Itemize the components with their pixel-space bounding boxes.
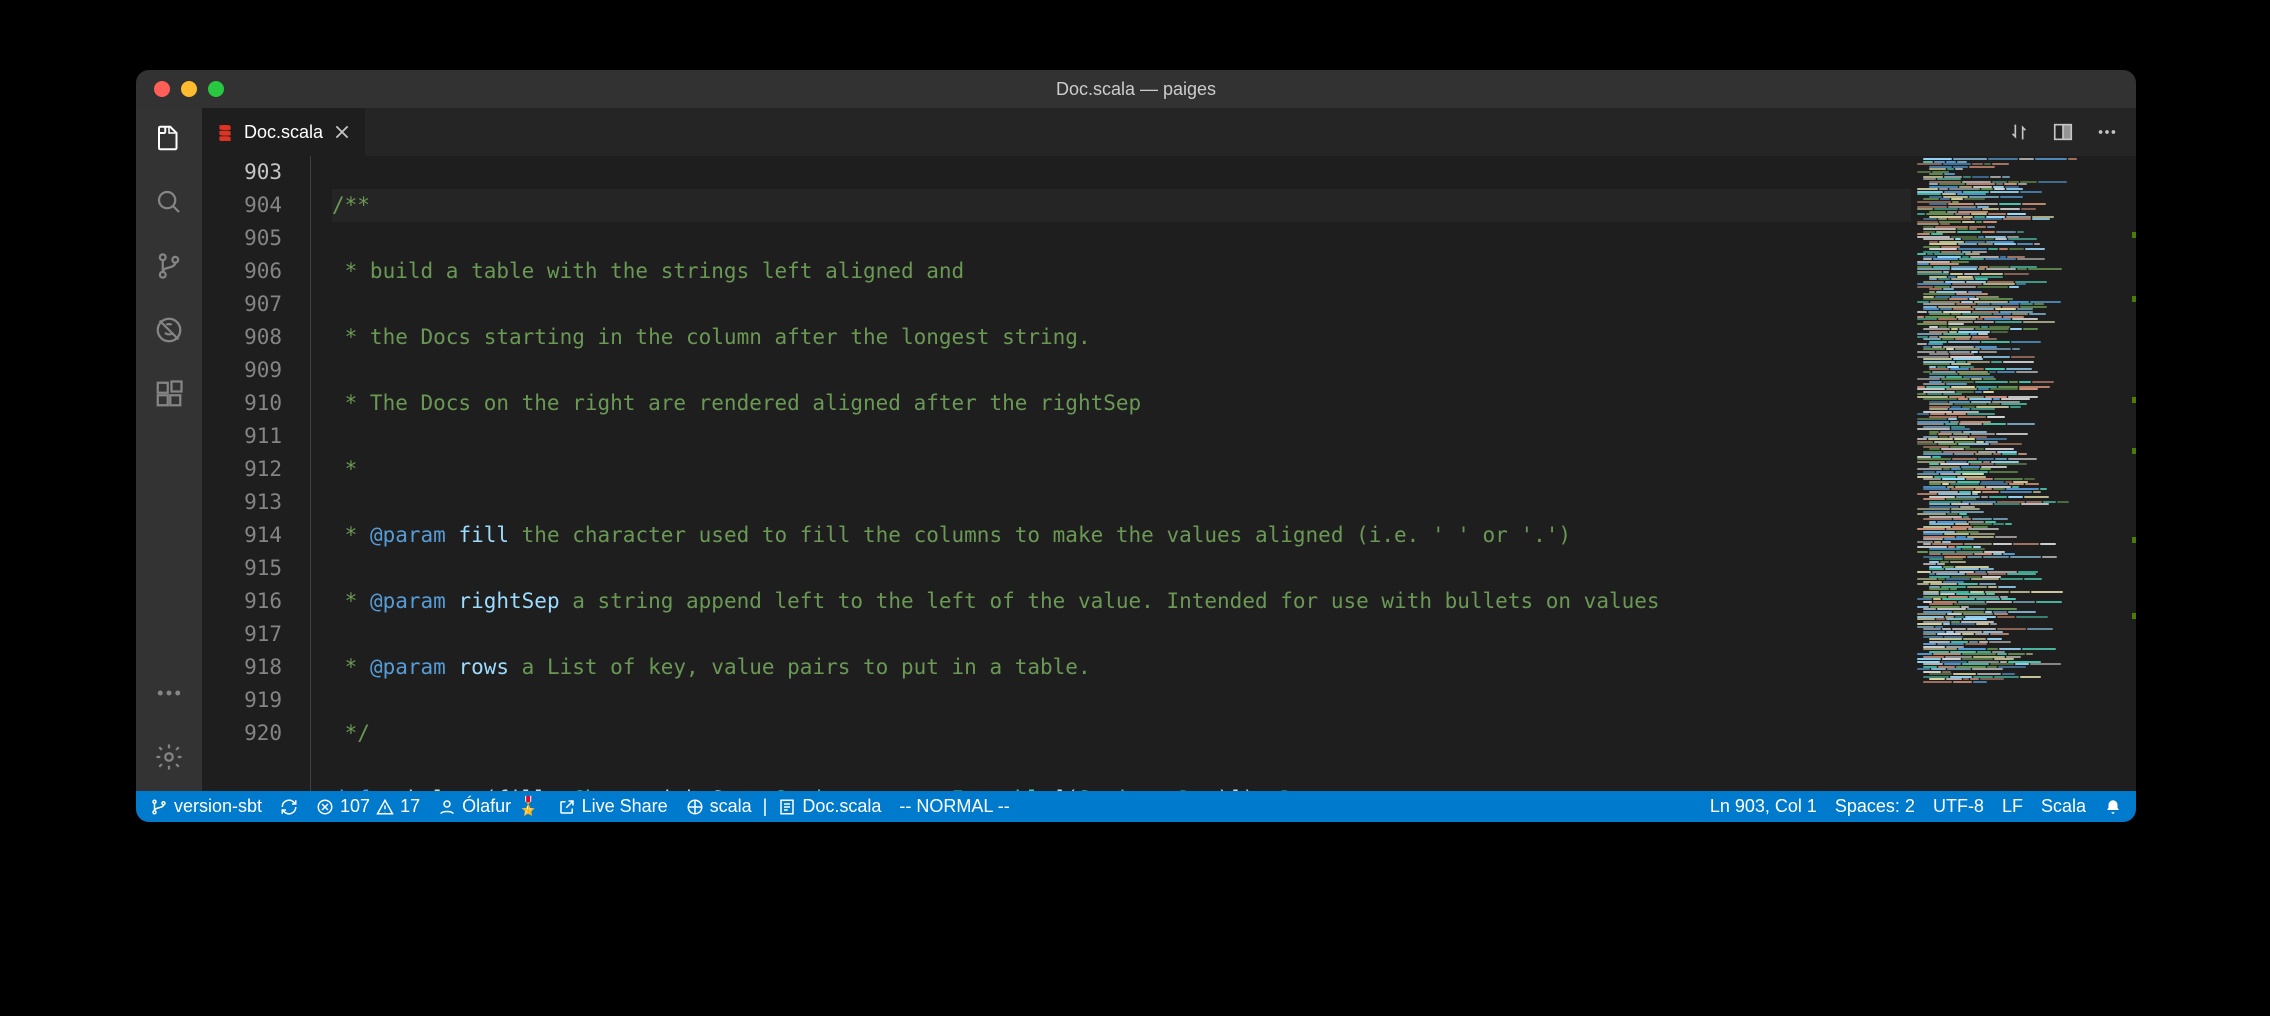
minimize-window-button[interactable] [181,81,197,97]
function-name: tabulate [383,783,484,791]
position-label: Ln 903, Col 1 [1710,796,1817,817]
encoding-label: UTF-8 [1933,796,1984,817]
code-line: */ [332,717,370,750]
code-line: [( [1053,783,1078,791]
doctag: @param [370,585,446,618]
type: Iterable [952,783,1053,791]
liveshare-label: Live Share [582,796,668,817]
status-liveshare-user[interactable]: Ólafur 🎖️ [438,796,539,817]
code-line: , rows: [850,783,951,791]
window-body: Doc.scala [136,108,2136,791]
code-line: the character used to fill the columns t… [509,519,1571,552]
editor-window: Doc.scala — paiges [136,70,2136,822]
status-liveshare[interactable]: Live Share [558,796,668,817]
status-encoding[interactable]: UTF-8 [1933,796,1984,817]
code-editor[interactable]: 903 904 905 906 907 908 909 910 911 912 … [202,156,1911,791]
code-line: )]): [1217,783,1280,791]
status-language-mode[interactable]: Scala [2041,796,2086,817]
status-problems[interactable]: 107 17 [316,796,420,817]
line-number-gutter: 903 904 905 906 907 908 909 910 911 912 … [202,156,310,791]
vim-mode-label: -- NORMAL -- [899,796,1009,817]
spaces-label: Spaces: 2 [1835,796,1915,817]
type: String [1078,783,1154,791]
type: Doc [1280,783,1318,791]
status-vim-mode: -- NORMAL -- [899,796,1009,817]
more-icon[interactable] [153,677,185,709]
fold-ruler [310,156,332,791]
editor-actions [2008,108,2136,156]
status-notifications[interactable] [2104,798,2122,816]
editor-group: Doc.scala [202,108,2136,791]
search-icon[interactable] [153,186,185,218]
code-line: * [332,585,370,618]
lang-server-label: scala [710,796,752,817]
status-language-server[interactable]: scala | Doc.scala [686,796,882,817]
language-label: Scala [2041,796,2086,817]
window-title: Doc.scala — paiges [136,79,2136,100]
close-tab-icon[interactable] [333,123,351,141]
traffic-lights [136,81,224,97]
doc-param: fill [446,519,509,552]
code-line: /** [332,189,370,222]
code-line: * build a table with the strings left al… [332,255,964,288]
explorer-icon[interactable] [153,122,185,154]
code-line: * [332,651,370,684]
type: Doc [1179,783,1217,791]
debug-icon[interactable] [153,314,185,346]
tab-doc-scala[interactable]: Doc.scala [202,108,366,156]
error-count: 107 [340,796,370,817]
status-bar: version-sbt 107 17 Ólafur 🎖️ Live Share … [136,791,2136,822]
code-line: * The Docs on the right are rendered ali… [332,387,1141,420]
minimap[interactable] [1911,156,2136,791]
compare-changes-icon[interactable] [2008,121,2030,143]
more-actions-icon[interactable] [2096,121,2118,143]
code-line: * the Docs starting in the column after … [332,321,1091,354]
code-line: , [1154,783,1179,791]
code-line: , rightSep: [623,783,775,791]
code-line: (fill: [484,783,573,791]
keyword: def [332,783,383,791]
doctag: @param [370,519,446,552]
doc-param: rightSep [446,585,560,618]
split-editor-icon[interactable] [2052,121,2074,143]
code-line: a string append left to the left of the … [560,585,1660,618]
status-cursor-position[interactable]: Ln 903, Col 1 [1710,796,1817,817]
status-indent[interactable]: Spaces: 2 [1835,796,1915,817]
extensions-icon[interactable] [153,378,185,410]
user-label: Ólafur [462,796,511,817]
branch-label: version-sbt [174,796,262,817]
file-server-label: Doc.scala [802,796,881,817]
warning-count: 17 [400,796,420,817]
source-control-icon[interactable] [153,250,185,282]
code-line: = [1318,783,1343,791]
titlebar: Doc.scala — paiges [136,70,2136,108]
code-line: a List of key, value pairs to put in a t… [509,651,1091,684]
zoom-window-button[interactable] [208,81,224,97]
manage-gear-icon[interactable] [153,741,185,773]
medal-icon: 🎖️ [517,796,539,817]
status-sync[interactable] [280,798,298,816]
type: String [775,783,851,791]
code-area[interactable]: /** * build a table with the strings lef… [332,156,1911,791]
separator: | [758,796,773,817]
close-window-button[interactable] [154,81,170,97]
status-eol[interactable]: LF [2002,796,2023,817]
tabs-row: Doc.scala [202,108,2136,156]
doctag: @param [370,651,446,684]
type: Char [572,783,623,791]
doc-param: rows [446,651,509,684]
editor-wrap: 903 904 905 906 907 908 909 910 911 912 … [202,156,2136,791]
tab-label: Doc.scala [244,122,323,143]
eol-label: LF [2002,796,2023,817]
code-line: * [332,519,370,552]
status-branch[interactable]: version-sbt [150,796,262,817]
code-line: * [332,453,357,486]
scala-file-icon [216,123,234,141]
activitybar [136,108,202,791]
